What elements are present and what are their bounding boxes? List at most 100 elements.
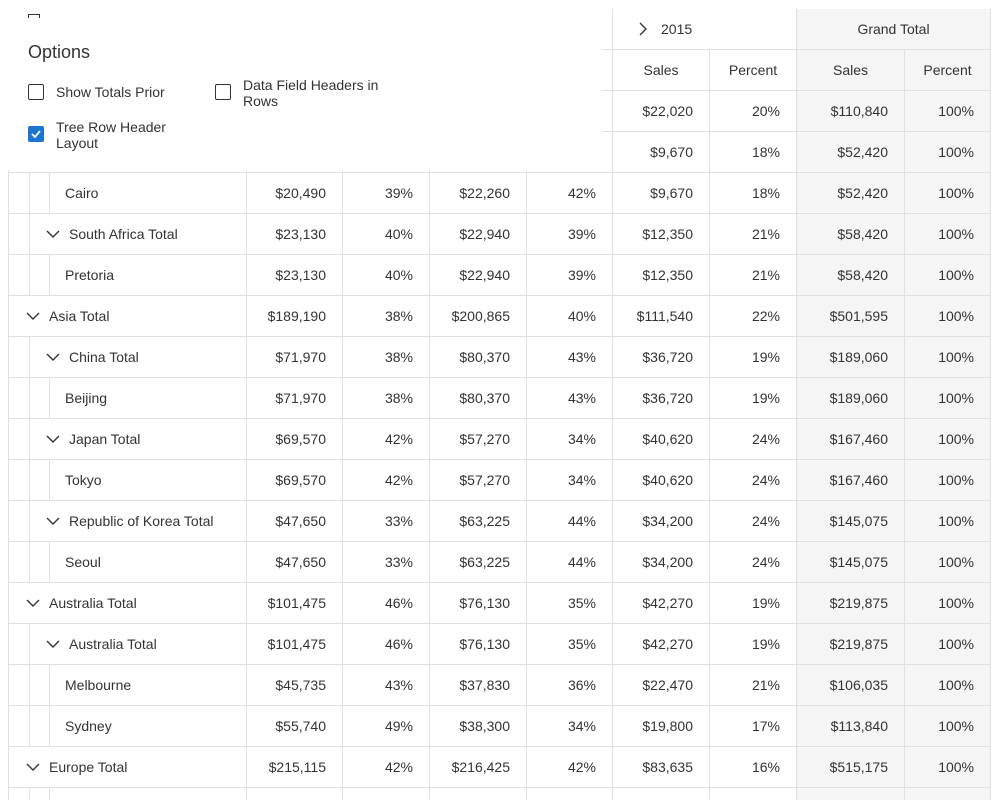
sales-cell: $189,190 <box>247 296 343 336</box>
chevron-down-icon[interactable] <box>45 636 61 652</box>
grand-total-percent-cell: 100% <box>905 665 991 705</box>
grand-total-sales-cell: $58,420 <box>797 255 905 295</box>
percent-2015-cell: 21% <box>710 214 797 254</box>
sales-2015-cell: $40,620 <box>613 419 710 459</box>
row-header-cell[interactable]: Republic of Korea Total <box>9 501 247 541</box>
data-field-headers-option[interactable]: Data Field Headers in Rows <box>215 77 395 109</box>
sales-cell: $80,370 <box>430 378 527 418</box>
grand-total-sales-cell: $58,420 <box>797 214 905 254</box>
percent-cell: 42% <box>343 419 430 459</box>
chevron-down-icon[interactable] <box>45 349 61 365</box>
sales-cell: $20,490 <box>247 173 343 213</box>
percent-cell: 39% <box>527 255 613 295</box>
grand-total-sales-cell: $189,060 <box>797 337 905 377</box>
chevron-down-icon[interactable] <box>25 595 41 611</box>
show-totals-prior-option[interactable]: Show Totals Prior <box>28 84 165 100</box>
sales-2015-cell <box>613 788 710 800</box>
percent-2015-cell <box>710 788 797 800</box>
grand-total-percent-cell <box>905 788 991 800</box>
show-totals-prior-checkbox[interactable] <box>28 84 44 100</box>
show-totals-prior-label: Show Totals Prior <box>56 84 165 100</box>
grand-total-percent-cell: 100% <box>905 255 991 295</box>
percent-cell: 42% <box>343 747 430 787</box>
grand-total-sales-cell: $515,175 <box>797 747 905 787</box>
sales-2015-cell: $42,270 <box>613 583 710 623</box>
grand-total-percent-cell: 100% <box>905 173 991 213</box>
grand-total-sales-cell <box>797 788 905 800</box>
grand-total-percent-cell: 100% <box>905 501 991 541</box>
row-label: South Africa Total <box>69 226 178 242</box>
sales-2015-cell: $9,670 <box>613 132 710 172</box>
sales-header[interactable]: Sales <box>613 50 710 90</box>
percent-cell: 33% <box>343 542 430 582</box>
row-header-cell[interactable]: Europe Total <box>9 747 247 787</box>
grand-total-sales-cell: $52,420 <box>797 173 905 213</box>
row-label: Pretoria <box>65 267 115 283</box>
row-header-cell[interactable]: China Total <box>9 337 247 377</box>
grand-total-percent-header[interactable]: Percent <box>905 50 991 90</box>
percent-cell: 46% <box>343 583 430 623</box>
sales-cell: $47,650 <box>247 542 343 582</box>
row-label: Republic of Korea Total <box>69 513 214 529</box>
percent-cell: 35% <box>527 624 613 664</box>
grand-total-percent-cell: 100% <box>905 91 991 131</box>
sales-cell: $38,300 <box>430 706 527 746</box>
chevron-down-icon[interactable] <box>45 431 61 447</box>
percent-2015-cell: 20% <box>710 91 797 131</box>
grand-total-sales-cell: $219,875 <box>797 624 905 664</box>
sales-cell: $45,735 <box>247 665 343 705</box>
tree-row-header-label: Tree Row Header Layout <box>56 119 166 151</box>
sales-cell: $69,570 <box>247 419 343 459</box>
sales-cell: $57,270 <box>430 419 527 459</box>
sales-cell: $200,865 <box>430 296 527 336</box>
grand-total-sales-cell: $145,075 <box>797 501 905 541</box>
sales-cell: $57,270 <box>430 460 527 500</box>
sales-2015-cell: $40,620 <box>613 460 710 500</box>
data-field-headers-checkbox[interactable] <box>215 84 231 100</box>
table-row: China Total $71,970 38% $80,370 43% $36,720 19… <box>9 337 991 378</box>
row-header-cell[interactable]: Asia Total <box>9 296 247 336</box>
grand-total-sales-cell: $501,595 <box>797 296 905 336</box>
partial-checkbox <box>28 14 40 18</box>
sales-2015-cell: $19,800 <box>613 706 710 746</box>
sales-cell: $76,130 <box>430 624 527 664</box>
row-header-cell[interactable]: South Africa Total <box>9 214 247 254</box>
sales-cell: $63,225 <box>430 501 527 541</box>
percent-cell: 35% <box>527 583 613 623</box>
percent-cell: 39% <box>343 173 430 213</box>
percent-2015-cell: 19% <box>710 624 797 664</box>
row-header-cell[interactable]: Australia Total <box>9 624 247 664</box>
table-row: Republic of Korea Total $47,650 33% $63,225… <box>9 501 991 542</box>
row-label: China Total <box>69 349 139 365</box>
row-header-cell[interactable]: Australia Total <box>9 583 247 623</box>
row-label: Beijing <box>65 390 108 406</box>
data-field-headers-label: Data Field Headers in Rows <box>243 77 379 109</box>
row-label: Tokyo <box>65 472 102 488</box>
tree-row-header-option[interactable]: Tree Row Header Layout <box>28 119 188 151</box>
sales-2015-cell: $83,635 <box>613 747 710 787</box>
grand-total-sales-cell: $52,420 <box>797 132 905 172</box>
grand-total-sales-cell: $219,875 <box>797 583 905 623</box>
percent-cell: 38% <box>343 378 430 418</box>
percent-cell: 40% <box>527 296 613 336</box>
year-header-2015[interactable]: 2015 <box>613 9 797 49</box>
percent-header[interactable]: Percent <box>710 50 797 90</box>
grand-total-percent-cell: 100% <box>905 337 991 377</box>
tree-row-header-checkbox[interactable] <box>28 126 44 142</box>
chevron-down-icon[interactable] <box>25 308 41 324</box>
row-header-cell[interactable]: Japan Total <box>9 419 247 459</box>
chevron-down-icon[interactable] <box>45 226 61 242</box>
row-header-cell: Seoul <box>9 542 247 582</box>
chevron-right-icon[interactable] <box>635 21 651 37</box>
sales-cell <box>430 788 527 800</box>
chevron-down-icon[interactable] <box>45 513 61 529</box>
sales-2015-cell: $42,270 <box>613 624 710 664</box>
table-row <box>9 788 991 800</box>
percent-cell: 36% <box>527 665 613 705</box>
sales-cell: $69,570 <box>247 460 343 500</box>
sales-cell: $23,130 <box>247 214 343 254</box>
sales-cell: $47,650 <box>247 501 343 541</box>
percent-cell <box>343 788 430 800</box>
chevron-down-icon[interactable] <box>25 759 41 775</box>
grand-total-sales-header[interactable]: Sales <box>797 50 905 90</box>
